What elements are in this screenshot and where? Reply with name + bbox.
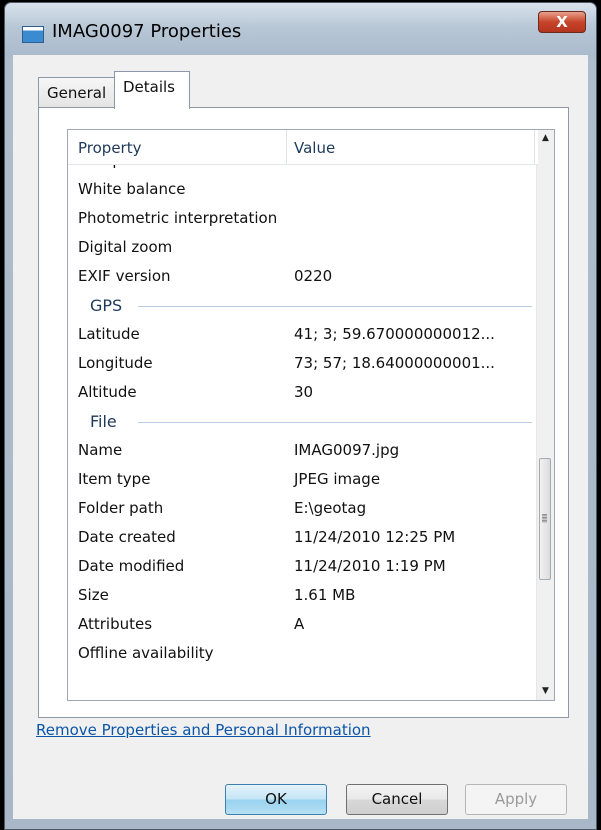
property-value: 30 [294, 383, 314, 401]
property-name: Size [78, 586, 109, 604]
group-label: File [90, 407, 123, 436]
list-body: Sharpness White balance Photometric inte… [68, 130, 538, 700]
property-name: Photometric interpretation [78, 209, 278, 227]
list-item[interactable]: Attributes A [68, 610, 538, 639]
property-value: 11/24/2010 12:25 PM [294, 528, 456, 546]
apply-button[interactable]: Apply [465, 784, 567, 815]
list-item[interactable]: Date modified 11/24/2010 1:19 PM [68, 552, 538, 581]
list-item[interactable]: Photometric interpretation [68, 204, 538, 233]
vertical-scrollbar[interactable]: ▲ ═ ═ ═ ▼ [536, 130, 554, 700]
property-name: Date modified [78, 557, 185, 575]
details-tab-panel: Property Value Sharpness White balance P… [38, 107, 569, 718]
cancel-button[interactable]: Cancel [346, 784, 448, 815]
list-item[interactable]: Digital zoom [68, 233, 538, 262]
property-value: 73; 57; 18.64000000001... [294, 354, 495, 372]
property-name: Altitude [78, 383, 137, 401]
list-item[interactable]: Date created 11/24/2010 12:25 PM [68, 523, 538, 552]
property-name: Item type [78, 470, 151, 488]
list-item[interactable]: EXIF version 0220 [68, 262, 538, 291]
property-name: Folder path [78, 499, 164, 517]
group-divider [138, 422, 532, 423]
property-name: Date created [78, 528, 176, 546]
property-list[interactable]: Property Value Sharpness White balance P… [67, 129, 555, 701]
list-item[interactable]: Offline availability [68, 639, 538, 668]
window-title: IMAG0097 Properties [52, 21, 242, 42]
group-divider [138, 306, 532, 307]
list-item[interactable]: Altitude 30 [68, 378, 538, 407]
group-header-file[interactable]: File [68, 407, 538, 436]
properties-dialog: IMAG0097 Properties X General Details Pr… [4, 2, 597, 830]
tab-details[interactable]: Details [114, 71, 190, 109]
list-item[interactable]: Item type JPEG image [68, 465, 538, 494]
property-name: Digital zoom [78, 238, 173, 256]
property-name: Name [78, 441, 123, 459]
window-icon [22, 26, 44, 43]
property-value: 41; 3; 59.670000000012... [294, 325, 495, 343]
list-item[interactable]: White balance [68, 175, 538, 204]
property-value: JPEG image [294, 470, 381, 488]
group-label: GPS [90, 291, 129, 320]
property-value: 1.61 MB [294, 586, 356, 604]
dialog-client: General Details Property Value Sharpness… [13, 55, 588, 819]
list-item[interactable]: Longitude 73; 57; 18.64000000001... [68, 349, 538, 378]
property-name: White balance [78, 180, 186, 198]
group-header-gps[interactable]: GPS [68, 291, 538, 320]
property-value: 11/24/2010 1:19 PM [294, 557, 446, 575]
scroll-up-arrow-icon[interactable]: ▲ [537, 130, 554, 147]
column-header-value[interactable]: Value [294, 130, 535, 164]
remove-properties-link[interactable]: Remove Properties and Personal Informati… [36, 721, 371, 739]
column-header-property[interactable]: Property [78, 130, 287, 164]
property-name: EXIF version [78, 267, 171, 285]
scrollbar-thumb[interactable]: ═ ═ ═ [539, 458, 551, 580]
tab-general[interactable]: General [38, 77, 115, 108]
list-item[interactable]: Size 1.61 MB [68, 581, 538, 610]
close-button[interactable]: X [538, 11, 586, 33]
list-header: Property Value [68, 130, 538, 165]
grip-icon: ═ ═ ═ [542, 511, 547, 526]
property-value: IMAG0097.jpg [294, 441, 400, 459]
property-value: A [294, 615, 305, 633]
ok-button[interactable]: OK [225, 784, 327, 815]
list-item[interactable]: Name IMAG0097.jpg [68, 436, 538, 465]
list-item[interactable]: Folder path E:\geotag [68, 494, 538, 523]
property-name: Latitude [78, 325, 140, 343]
property-value: 0220 [294, 267, 333, 285]
property-name: Offline availability [78, 644, 214, 662]
scroll-down-arrow-icon[interactable]: ▼ [537, 683, 554, 700]
property-value: E:\geotag [294, 499, 367, 517]
property-name: Attributes [78, 615, 153, 633]
list-item[interactable]: Latitude 41; 3; 59.670000000012... [68, 320, 538, 349]
property-name: Longitude [78, 354, 153, 372]
title-bar[interactable]: IMAG0097 Properties X [5, 3, 596, 57]
